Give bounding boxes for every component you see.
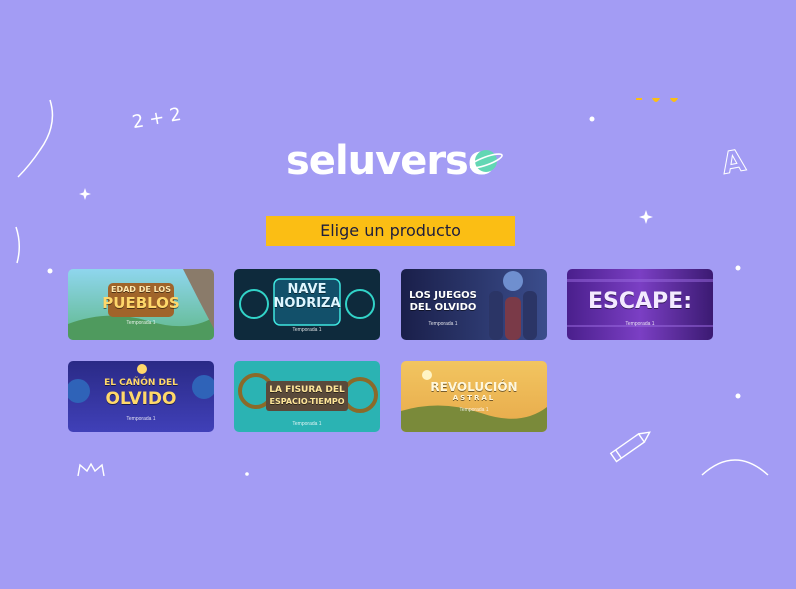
product-card-el-canon-del-olvido[interactable]: EL CAÑÓN DEL OLVIDO Temporada 1 <box>68 361 214 432</box>
product-card-nave-nodriza[interactable]: NAVE NODRIZA Temporada 1 <box>234 269 380 340</box>
card-title-line1: NAVE <box>287 282 327 297</box>
star-icon <box>79 188 91 200</box>
planet-icon <box>470 150 503 172</box>
card-subtitle: Temporada 1 <box>292 327 322 333</box>
arc-doodle-bottom-right <box>701 459 769 476</box>
crown-doodle <box>77 462 105 477</box>
card-subtitle: Temporada 1 <box>292 421 322 427</box>
dot-icon <box>735 265 741 271</box>
card-title-line2: DEL OLVIDO <box>409 302 477 313</box>
card-title-line2: OLVIDO <box>105 389 177 409</box>
card-title-line2: ESPACIO-TIEMPO <box>269 397 345 406</box>
card-subtitle: Temporada 1 <box>459 407 489 413</box>
card-subtitle: Temporada 1 <box>625 321 655 327</box>
logo-text: seluverso <box>286 138 495 184</box>
card-title-line1: LOS JUEGOS <box>409 290 477 301</box>
card-title-line1: REVOLUCIÓN <box>430 380 518 394</box>
card-subtitle: Temporada 1 <box>126 320 156 326</box>
dot-icon <box>735 393 741 399</box>
dot-icon <box>245 472 249 476</box>
card-title-line2: ASTRAL <box>452 394 496 402</box>
product-card-escape[interactable]: ESCAPE: Temporada 1 <box>567 269 713 340</box>
swoosh-doodle-left <box>17 99 54 178</box>
star-icon <box>639 210 653 224</box>
letter-a-doodle: A <box>719 143 749 183</box>
arc-doodle-left <box>15 226 20 264</box>
seluverso-logo: seluverso <box>286 138 516 184</box>
dot-icon <box>47 268 53 274</box>
dot-icon <box>589 116 595 122</box>
card-title-line2: PUEBLOS <box>102 294 180 312</box>
product-card-la-fisura-del-espacio-tiempo[interactable]: LA FISURA DEL ESPACIO-TIEMPO Temporada 1 <box>234 361 380 432</box>
card-title-line1: LA FISURA DEL <box>269 385 345 395</box>
card-subtitle: Temporada 1 <box>428 321 458 327</box>
pencil-doodle <box>609 431 651 463</box>
card-subtitle: Temporada 1 <box>126 416 156 422</box>
card-title-line1: ESCAPE: <box>588 289 692 314</box>
product-card-revolucion-astral[interactable]: REVOLUCIÓN ASTRAL Temporada 1 <box>401 361 547 432</box>
card-title-line2: NODRIZA <box>273 296 341 311</box>
card-title-line1: EDAD DE LOS <box>111 285 171 294</box>
math-doodle: 2 + 2 <box>130 103 183 134</box>
yellow-shapes-doodle <box>636 98 678 102</box>
product-card-los-juegos-del-olvido[interactable]: LOS JUEGOS DEL OLVIDO Temporada 1 <box>401 269 547 340</box>
product-card-edad-de-los-pueblos[interactable]: EDAD DE LOS PUEBLOS Temporada 1 <box>68 269 214 340</box>
card-title-line1: EL CAÑÓN DEL <box>104 378 178 388</box>
choose-product-button[interactable]: Elige un producto <box>266 216 515 246</box>
